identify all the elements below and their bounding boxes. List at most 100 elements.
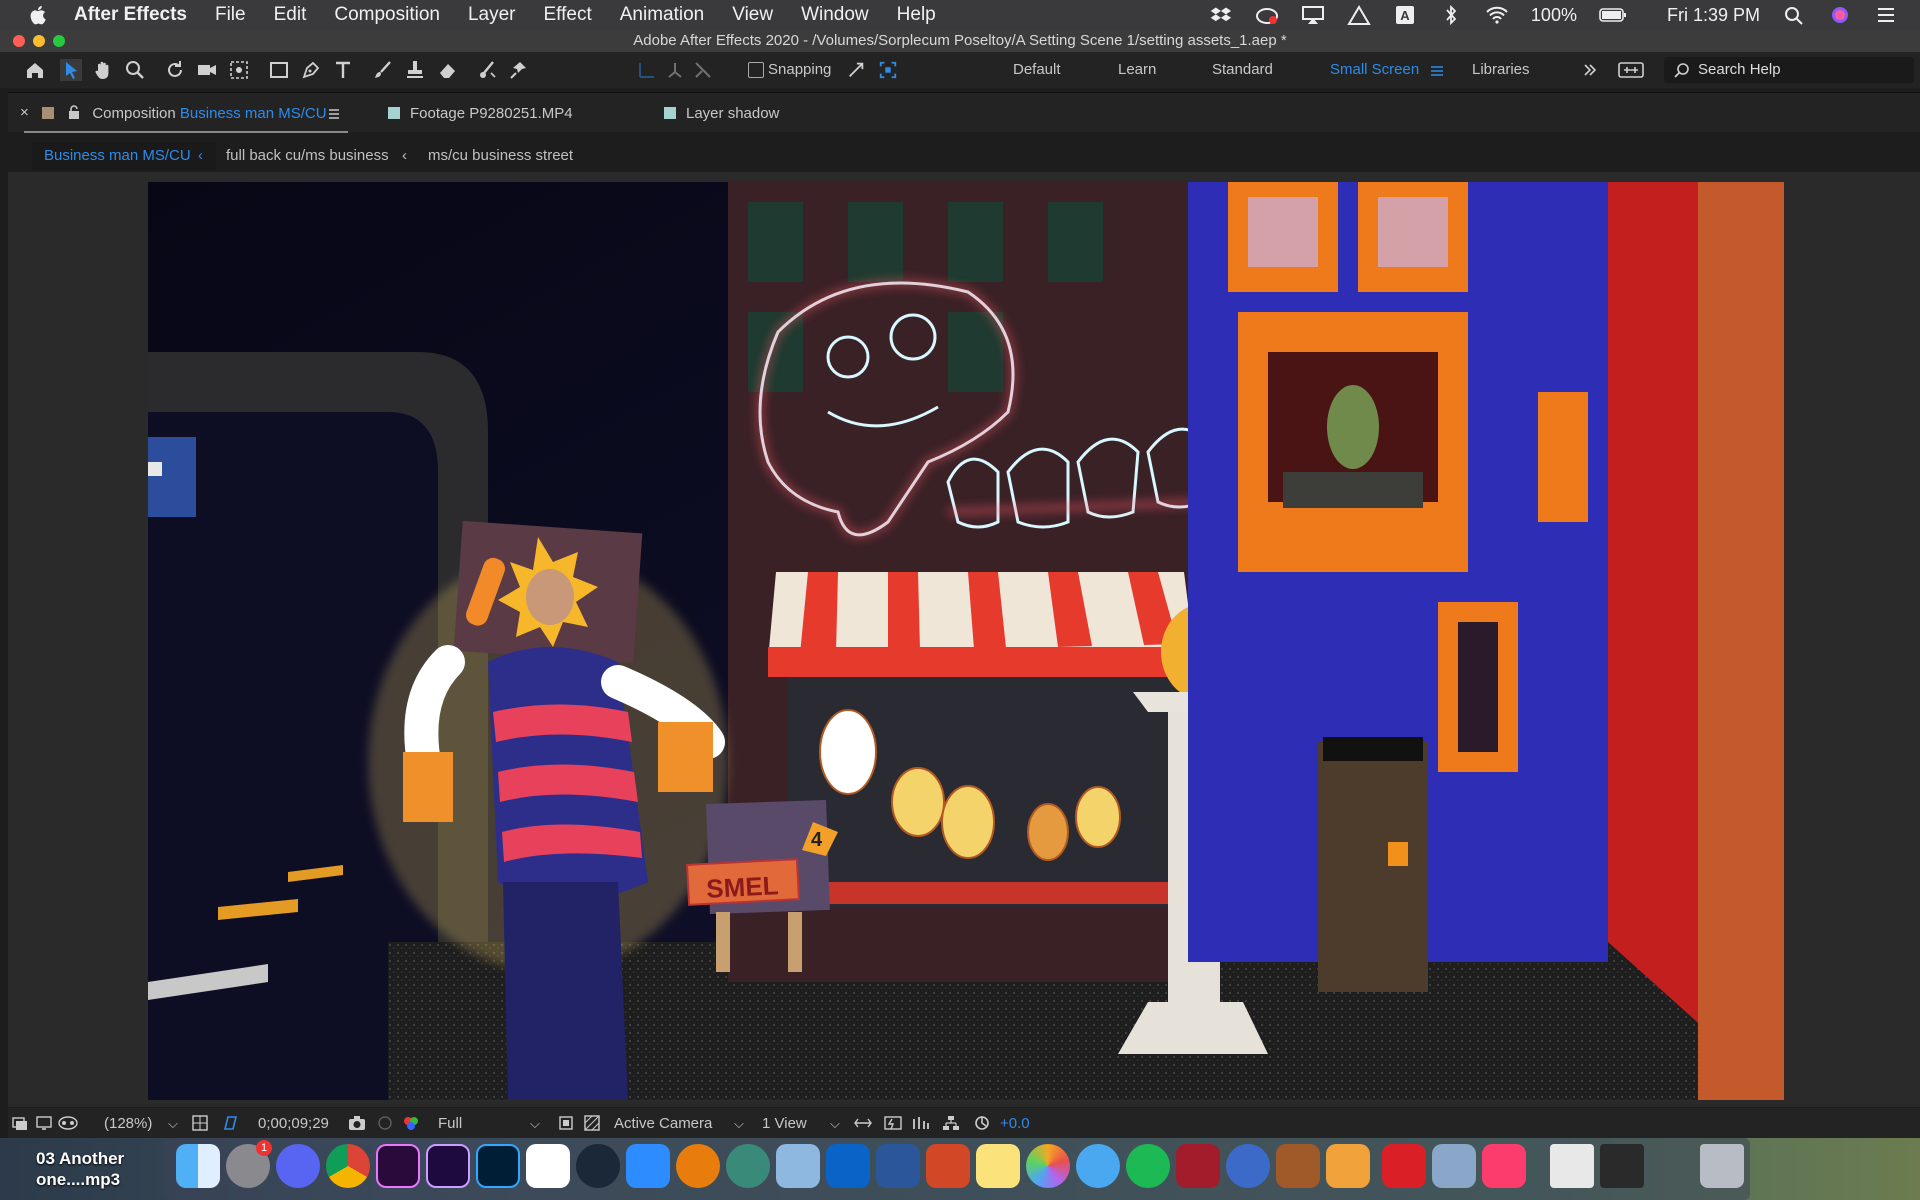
- align-axis-icon[interactable]: [636, 59, 658, 81]
- dropbox-icon[interactable]: [1209, 5, 1233, 25]
- workspace-learn[interactable]: Learn: [1118, 61, 1156, 78]
- toggle-mask-path-icon[interactable]: [222, 1115, 238, 1131]
- reset-exposure-icon[interactable]: [974, 1115, 990, 1131]
- puppet-pin-tool-icon[interactable]: [508, 59, 530, 81]
- tab-footage[interactable]: Footage P9280251.MP4: [388, 105, 573, 122]
- resolution-dropdown[interactable]: Full: [438, 1115, 462, 1132]
- breadcrumb-full-back[interactable]: full back cu/ms business: [226, 147, 389, 164]
- rotate-tool-icon[interactable]: [164, 59, 186, 81]
- word-icon[interactable]: [876, 1144, 920, 1188]
- menu-composition[interactable]: Composition: [334, 4, 440, 26]
- transparency-grid-icon[interactable]: [584, 1115, 600, 1131]
- menu-animation[interactable]: Animation: [620, 4, 705, 26]
- zoom-icon[interactable]: [626, 1144, 670, 1188]
- lock-icon[interactable]: [68, 105, 80, 119]
- chrome-window-icon[interactable]: [1550, 1144, 1594, 1188]
- 3d-view-dropdown[interactable]: Active Camera: [614, 1115, 712, 1132]
- photoshop-icon[interactable]: [476, 1144, 520, 1188]
- chevron-down-icon[interactable]: ⌵: [168, 1116, 178, 1132]
- preview-icon[interactable]: [776, 1144, 820, 1188]
- spotify-icon[interactable]: [1126, 1144, 1170, 1188]
- breadcrumb-business-man[interactable]: Business man MS/CU: [44, 147, 191, 164]
- fast-previews-icon[interactable]: [884, 1115, 902, 1131]
- brush-tool-icon[interactable]: [372, 59, 394, 81]
- menubar-clock[interactable]: Fri 1:39 PM: [1667, 5, 1760, 26]
- always-preview-icon[interactable]: [12, 1115, 28, 1131]
- apple-icon[interactable]: [26, 4, 52, 26]
- mask-visibility-icon[interactable]: [58, 1115, 78, 1131]
- workspace-menu-icon[interactable]: [1430, 64, 1444, 78]
- fontlab-icon[interactable]: [1326, 1144, 1370, 1188]
- quicktime-icon[interactable]: [1226, 1144, 1270, 1188]
- wifi-icon[interactable]: [1485, 5, 1509, 25]
- menu-file[interactable]: File: [215, 4, 246, 26]
- creative-cloud-status-icon[interactable]: [1255, 5, 1279, 25]
- rectangle-tool-icon[interactable]: [268, 59, 290, 81]
- workspace-small-screen[interactable]: Small Screen: [1330, 61, 1419, 78]
- clone-stamp-tool-icon[interactable]: [404, 59, 426, 81]
- photos-icon[interactable]: [1026, 1144, 1070, 1188]
- breadcrumb-ms-cu-street[interactable]: ms/cu business street: [428, 147, 573, 164]
- magnification-dropdown[interactable]: (128%): [104, 1115, 152, 1132]
- workspace-standard[interactable]: Standard: [1212, 61, 1273, 78]
- after-effects-icon[interactable]: [426, 1144, 470, 1188]
- app-icon[interactable]: [726, 1144, 770, 1188]
- zoom-tool-icon[interactable]: [124, 59, 146, 81]
- edit-workspaces-icon[interactable]: [1618, 61, 1644, 79]
- timeline-icon[interactable]: [912, 1115, 930, 1131]
- tab-layer[interactable]: Layer shadow: [664, 105, 779, 122]
- bluetooth-icon[interactable]: [1439, 5, 1463, 25]
- menu-edit[interactable]: Edit: [274, 4, 307, 26]
- current-time-field[interactable]: 0;00;09;29: [258, 1115, 329, 1132]
- camera-tool-icon[interactable]: [196, 59, 218, 81]
- steam-icon[interactable]: [576, 1144, 620, 1188]
- instruments-icon[interactable]: [1276, 1144, 1320, 1188]
- zoom-window-button[interactable]: [53, 35, 65, 47]
- outlook-icon[interactable]: [826, 1144, 870, 1188]
- music-icon[interactable]: [1482, 1144, 1526, 1188]
- toggle-pixel-aspect-icon[interactable]: [854, 1115, 872, 1131]
- snap-edges-icon[interactable]: [846, 60, 866, 80]
- channel-rgb-icon[interactable]: [402, 1115, 420, 1131]
- battery-icon[interactable]: [1599, 5, 1627, 25]
- chrome-icon[interactable]: [326, 1144, 370, 1188]
- chevron-down-icon[interactable]: ⌵: [830, 1116, 840, 1132]
- blender-icon[interactable]: [676, 1144, 720, 1188]
- menu-layer[interactable]: Layer: [468, 4, 516, 26]
- view-axis-icon[interactable]: [692, 59, 714, 81]
- menu-help[interactable]: Help: [897, 4, 936, 26]
- search-help-input[interactable]: Search Help: [1664, 57, 1914, 83]
- pan-behind-tool-icon[interactable]: [228, 59, 250, 81]
- tab-composition[interactable]: Composition Business man MS/CU: [42, 105, 327, 122]
- discord-icon[interactable]: [276, 1144, 320, 1188]
- powerpoint-icon[interactable]: [926, 1144, 970, 1188]
- close-tab-icon[interactable]: ×: [20, 104, 29, 121]
- chevron-down-icon[interactable]: ⌵: [734, 1116, 744, 1132]
- notes-icon[interactable]: [976, 1144, 1020, 1188]
- workspace-libraries[interactable]: Libraries: [1472, 61, 1530, 78]
- premiere-icon[interactable]: [376, 1144, 420, 1188]
- slack-icon[interactable]: [526, 1144, 570, 1188]
- close-window-button[interactable]: [13, 35, 25, 47]
- trash-icon[interactable]: [1700, 1144, 1744, 1188]
- show-snapshot-icon[interactable]: [376, 1115, 394, 1131]
- input-source-icon[interactable]: A: [1393, 5, 1417, 25]
- snap-features-icon[interactable]: [878, 60, 898, 80]
- snapping-checkbox[interactable]: [748, 62, 764, 78]
- world-axis-icon[interactable]: [664, 59, 686, 81]
- pen-tool-icon[interactable]: [300, 59, 322, 81]
- type-tool-icon[interactable]: [332, 59, 354, 81]
- chevron-down-icon[interactable]: ⌵: [530, 1116, 540, 1132]
- snapshot-camera-icon[interactable]: [348, 1115, 366, 1131]
- photo-booth-icon[interactable]: [1176, 1144, 1220, 1188]
- messages-icon[interactable]: [1076, 1144, 1120, 1188]
- workspace-default[interactable]: Default: [1013, 61, 1061, 78]
- spotlight-search-icon[interactable]: [1782, 5, 1806, 25]
- region-of-interest-icon[interactable]: [558, 1115, 574, 1131]
- panel-menu-icon[interactable]: [328, 108, 340, 120]
- image-capture-icon[interactable]: [1432, 1144, 1476, 1188]
- minimize-window-button[interactable]: [33, 35, 45, 47]
- roto-brush-tool-icon[interactable]: [476, 59, 498, 81]
- premiere-window-icon[interactable]: [1600, 1144, 1644, 1188]
- menu-view[interactable]: View: [732, 4, 773, 26]
